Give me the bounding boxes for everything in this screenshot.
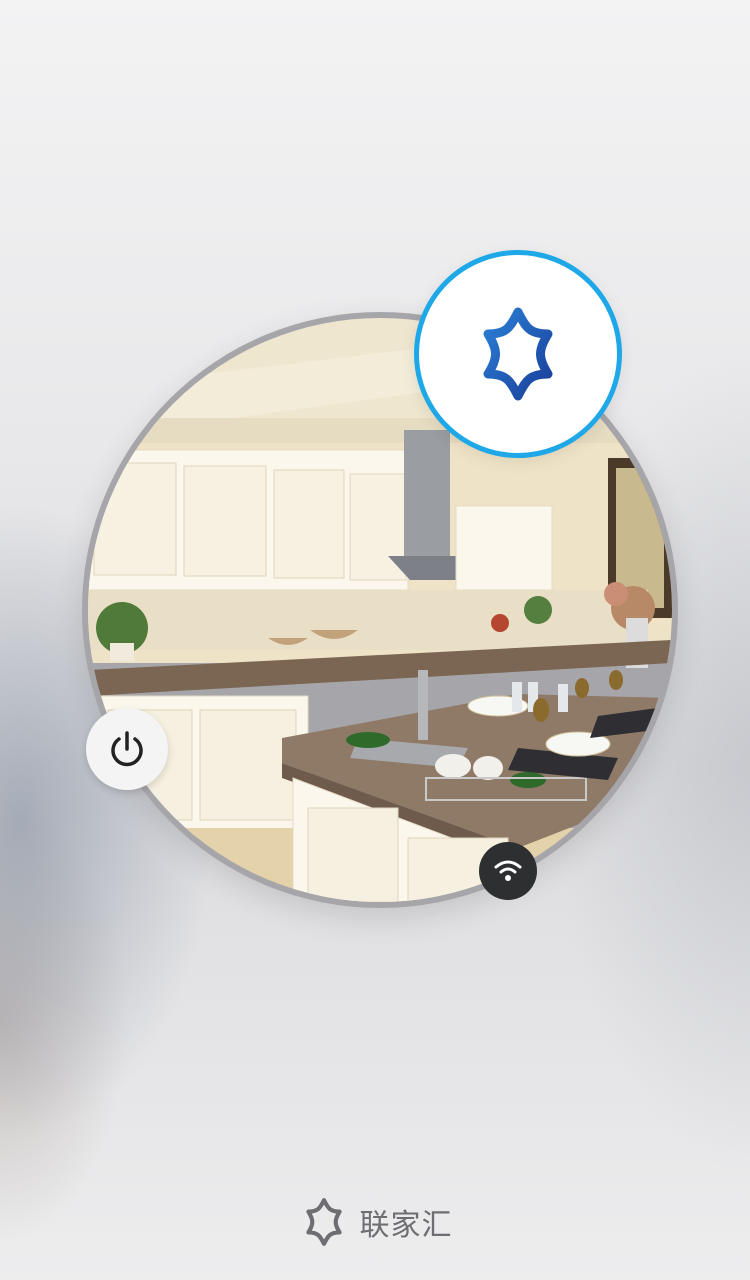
- wifi-icon: [494, 860, 522, 881]
- splash-screen: 联家汇: [0, 0, 750, 1280]
- wifi-button[interactable]: [479, 842, 537, 900]
- brand-footer: 联家汇: [0, 1196, 750, 1248]
- brand-name: 联家汇: [359, 1208, 453, 1243]
- power-button[interactable]: [86, 708, 168, 790]
- logo-badge: [414, 250, 622, 458]
- power-icon: [111, 731, 143, 767]
- six-point-star-logo-icon: [483, 307, 553, 401]
- six-point-star-outline-icon: [305, 1198, 342, 1246]
